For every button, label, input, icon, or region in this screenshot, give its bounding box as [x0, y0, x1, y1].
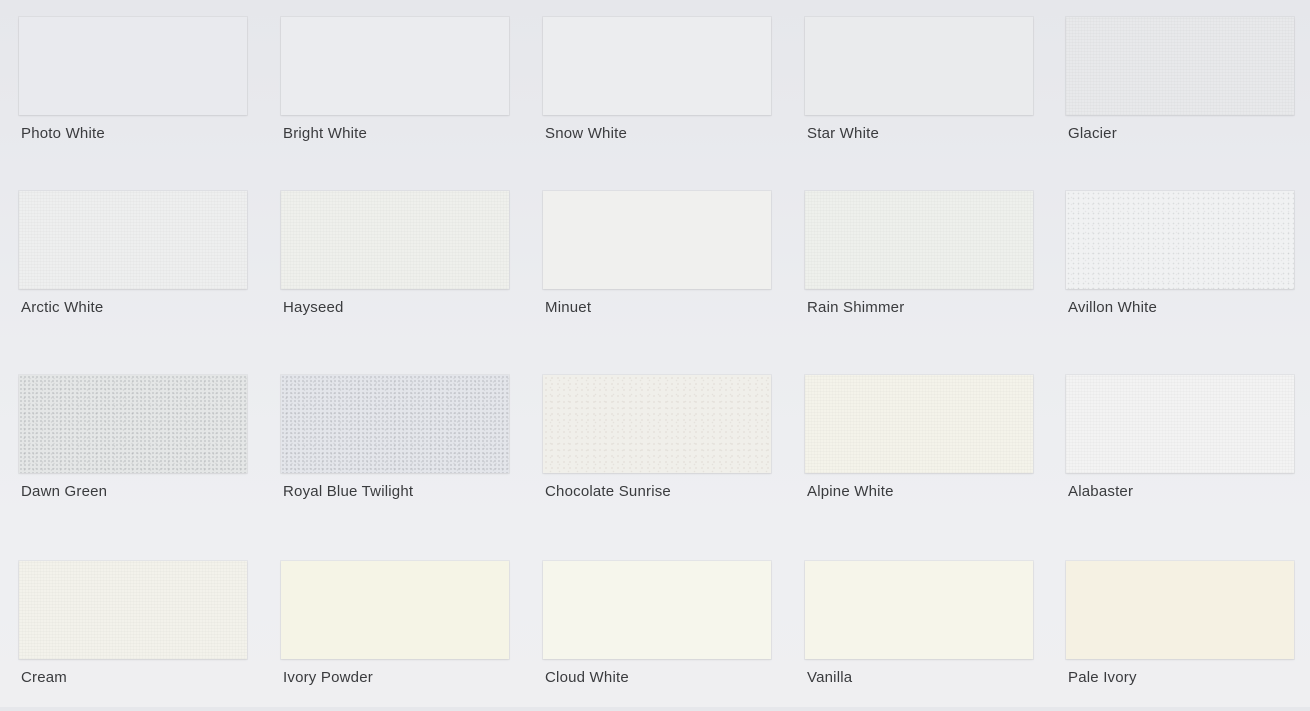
- color-chip: [281, 561, 509, 659]
- swatch-alabaster: Alabaster: [1066, 375, 1294, 525]
- swatch-label: Alpine White: [807, 483, 894, 500]
- swatch-bright-white: Bright White: [281, 17, 509, 167]
- swatch-label: Chocolate Sunrise: [545, 483, 671, 500]
- color-chip: [543, 561, 771, 659]
- swatch-label: Dawn Green: [21, 483, 108, 500]
- swatch-photo-white: Photo White: [19, 17, 247, 167]
- swatch-label: Vanilla: [807, 669, 853, 686]
- swatch-hayseed: Hayseed: [281, 191, 509, 341]
- color-chip: [1066, 17, 1294, 115]
- swatch-glacier: Glacier: [1066, 17, 1294, 167]
- color-chip: [19, 191, 247, 289]
- color-chip: [19, 17, 247, 115]
- color-chip: [19, 561, 247, 659]
- color-chip: [19, 375, 247, 473]
- swatch-star-white: Star White: [805, 17, 1033, 167]
- swatch-ivory-powder: Ivory Powder: [281, 561, 509, 711]
- swatch-label: Alabaster: [1068, 483, 1134, 500]
- color-chip: [1066, 375, 1294, 473]
- swatch-chocolate-sunrise: Chocolate Sunrise: [543, 375, 771, 525]
- paper-swatch-grid: Photo White Bright White Snow White Star Wh…: [0, 0, 1310, 707]
- swatch-vanilla: Vanilla: [805, 561, 1033, 711]
- swatch-label: Hayseed: [283, 299, 344, 316]
- color-chip: [281, 17, 509, 115]
- color-chip: [1066, 561, 1294, 659]
- swatch-arctic-white: Arctic White: [19, 191, 247, 341]
- swatch-cream: Cream: [19, 561, 247, 711]
- swatch-label: Rain Shimmer: [807, 299, 905, 316]
- swatch-label: Avillon White: [1068, 299, 1158, 316]
- color-chip: [805, 191, 1033, 289]
- swatch-avillon-white: Avillon White: [1066, 191, 1294, 341]
- swatch-royal-blue-twilight: Royal Blue Twilight: [281, 375, 509, 525]
- swatch-label: Bright White: [283, 125, 368, 142]
- swatch-label: Star White: [807, 125, 880, 142]
- swatch-label: Minuet: [545, 299, 592, 316]
- color-chip: [1066, 191, 1294, 289]
- color-chip: [805, 17, 1033, 115]
- swatch-label: Snow White: [545, 125, 628, 142]
- color-chip: [281, 375, 509, 473]
- swatch-label: Royal Blue Twilight: [283, 483, 414, 500]
- swatch-label: Cream: [21, 669, 68, 686]
- swatch-label: Ivory Powder: [283, 669, 373, 686]
- swatch-snow-white: Snow White: [543, 17, 771, 167]
- swatch-pale-ivory: Pale Ivory: [1066, 561, 1294, 711]
- swatch-alpine-white: Alpine White: [805, 375, 1033, 525]
- swatch-label: Glacier: [1068, 125, 1117, 142]
- color-chip: [543, 375, 771, 473]
- swatch-label: Pale Ivory: [1068, 669, 1137, 686]
- color-chip: [543, 17, 771, 115]
- swatch-rain-shimmer: Rain Shimmer: [805, 191, 1033, 341]
- swatch-label: Arctic White: [21, 299, 104, 316]
- color-chip: [543, 191, 771, 289]
- color-chip: [281, 191, 509, 289]
- swatch-label: Photo White: [21, 125, 105, 142]
- swatch-dawn-green: Dawn Green: [19, 375, 247, 525]
- color-chip: [805, 375, 1033, 473]
- color-chip: [805, 561, 1033, 659]
- swatch-minuet: Minuet: [543, 191, 771, 341]
- swatch-cloud-white: Cloud White: [543, 561, 771, 711]
- swatch-label: Cloud White: [545, 669, 629, 686]
